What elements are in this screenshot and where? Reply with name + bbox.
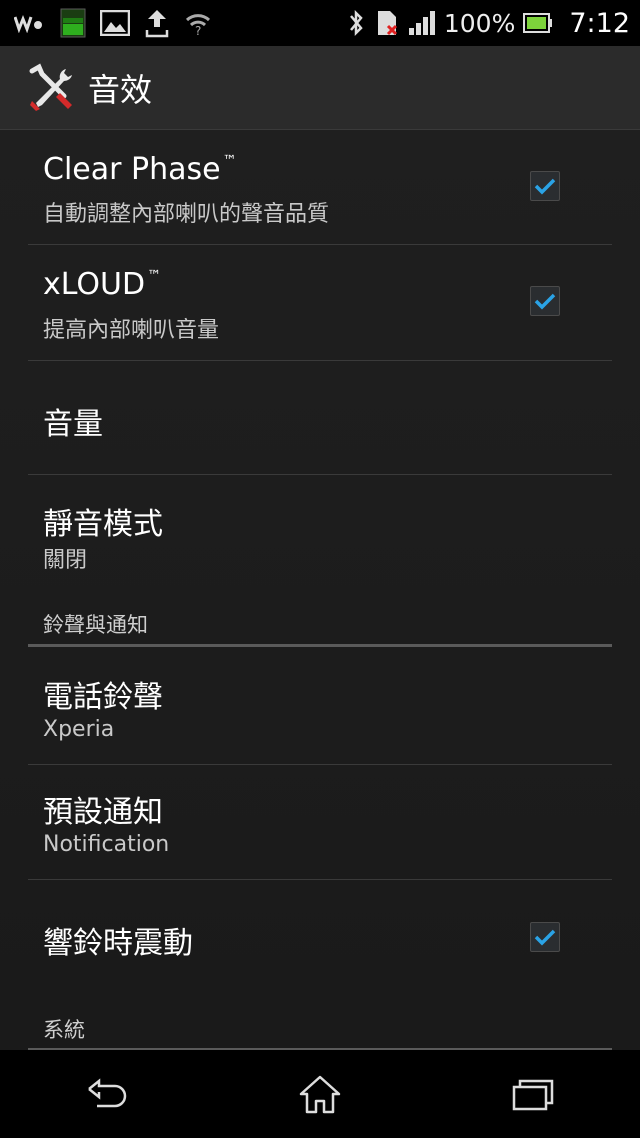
battery-percent: 100%: [443, 8, 516, 38]
pref-title: 音量: [43, 407, 103, 442]
status-bar: ? 100% 7:12: [0, 0, 640, 46]
clock: 7:12: [569, 7, 630, 39]
back-button[interactable]: [62, 1064, 152, 1124]
sim-icon: [374, 8, 400, 38]
pref-title: 響鈴時震動: [43, 926, 193, 961]
pref-title: 靜音模式: [43, 507, 163, 542]
pref-title: 預設通知: [43, 795, 163, 830]
recent-apps-icon: [513, 1079, 554, 1111]
pref-vibrate-on-ring[interactable]: 響鈴時震動: [28, 880, 612, 998]
checkmark-icon: [534, 178, 556, 195]
clear-phase-checkbox[interactable]: [530, 171, 560, 201]
signal-icon: [408, 10, 436, 36]
pref-title: xLOUD ™: [43, 267, 162, 302]
pref-clear-phase[interactable]: Clear Phase ™ 自動調整內部喇叭的聲音品質: [28, 130, 612, 245]
category-system: 系統: [28, 998, 612, 1050]
checkmark-icon: [534, 929, 556, 946]
pref-summary: 提高內部喇叭音量: [43, 318, 220, 343]
recent-apps-button[interactable]: [488, 1064, 578, 1124]
pref-summary: 關閉: [43, 548, 88, 573]
gallery-icon: [100, 10, 130, 36]
category-divider: [28, 644, 612, 647]
battery-icon: [523, 12, 553, 34]
vibrate-checkbox[interactable]: [530, 922, 560, 952]
pref-title: 電話鈴聲: [43, 680, 163, 715]
wifi-icon: ?: [184, 10, 212, 36]
xloud-checkbox[interactable]: [530, 286, 560, 316]
settings-list: Clear Phase ™ 自動調整內部喇叭的聲音品質 xLOUD ™ 提高內部喇叭…: [0, 130, 640, 1050]
pref-summary: Notification: [43, 832, 170, 857]
pref-volume[interactable]: 音量: [28, 361, 612, 475]
page-title: 音效: [88, 70, 153, 109]
action-bar: 音效: [0, 46, 640, 130]
tools-icon[interactable]: [26, 62, 76, 113]
upload-icon: [144, 8, 170, 38]
category-label: 鈴聲與通知: [43, 613, 148, 637]
home-icon: [299, 1075, 341, 1114]
svg-text:?: ?: [195, 24, 201, 36]
category-ringtone-notifications: 鈴聲與通知: [28, 595, 612, 650]
checkmark-icon: [534, 293, 556, 310]
bluetooth-icon: [346, 8, 366, 38]
pref-title: Clear Phase ™: [43, 152, 237, 187]
category-label: 系統: [43, 1018, 85, 1042]
battery-widget-icon: [60, 8, 86, 38]
pref-summary: Xperia: [43, 717, 115, 742]
navigation-bar: [0, 1050, 640, 1138]
pref-silent-mode[interactable]: 靜音模式 關閉: [28, 475, 612, 595]
pref-xloud[interactable]: xLOUD ™ 提高內部喇叭音量: [28, 245, 612, 361]
pref-summary: 自動調整內部喇叭的聲音品質: [43, 202, 330, 227]
pref-ringtone[interactable]: 電話鈴聲 Xperia: [28, 650, 612, 765]
walkman-icon: [14, 13, 46, 33]
back-icon: [87, 1078, 126, 1108]
home-button[interactable]: [275, 1064, 365, 1124]
pref-default-notification[interactable]: 預設通知 Notification: [28, 765, 612, 880]
